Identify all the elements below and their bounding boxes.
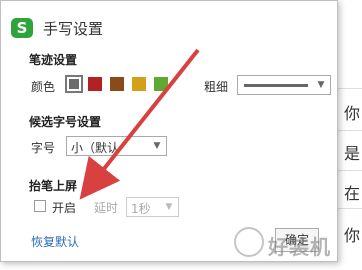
- watermark-text: 好装机: [268, 235, 331, 259]
- watermark-logo-icon: [234, 227, 264, 257]
- watermark: 好装机: [232, 225, 342, 263]
